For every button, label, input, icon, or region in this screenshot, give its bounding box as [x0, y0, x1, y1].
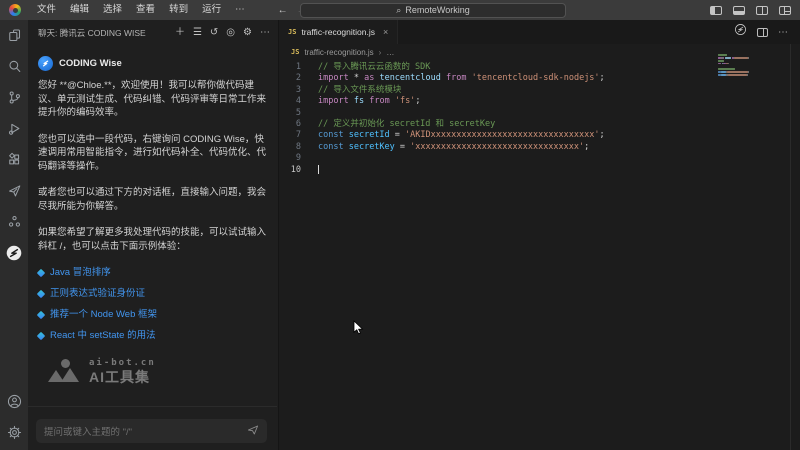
wise-logo-icon[interactable]: ◎ [226, 28, 235, 38]
watermark-domain: ai-bot.cn [89, 357, 156, 371]
code-line: 10 [279, 165, 800, 176]
assistant-paragraph: 您好 **@Chloe.**，欢迎使用！我可以帮你做代码建议、单元测试生成、代码… [38, 79, 266, 120]
sparkle-icon [37, 269, 45, 277]
editor-more-icon[interactable]: ⋯ [778, 27, 788, 38]
source-control-icon[interactable] [0, 82, 28, 113]
command-center-search[interactable]: ⌕ RemoteWorking [300, 3, 566, 18]
example-prompts: Java 冒泡排序正则表达式验证身份证推荐一个 Node Web 框架 React… [38, 266, 266, 343]
search-icon: ⌕ [396, 5, 401, 16]
line-number: 7 [279, 130, 301, 141]
assistant-name: CODING Wise [59, 57, 122, 71]
code-line: 3// 导入文件系统模块 [279, 85, 800, 96]
menu-item[interactable]: 文件 [30, 0, 63, 20]
chat-conversation: CODING Wise 您好 **@Chloe.**，欢迎使用！我可以帮你做代码… [28, 46, 278, 385]
sparkle-icon [37, 311, 45, 319]
line-number: 4 [279, 96, 301, 107]
command-center-text: RemoteWorking [405, 5, 469, 15]
mouse-cursor [353, 320, 365, 336]
code-line: 4import fs from 'fs'; [279, 96, 800, 107]
chat-input-placeholder: 提问或键入主题的 "/" [44, 424, 247, 438]
line-number: 5 [279, 108, 301, 119]
tab-bar: JS traffic-recognition.js × ⋯ [279, 20, 800, 44]
deploy-rocket-icon[interactable] [0, 175, 28, 206]
chat-input-divider [28, 406, 277, 407]
chat-input[interactable]: 提问或键入主题的 "/" [36, 419, 267, 443]
minimap[interactable] [718, 54, 774, 83]
toggle-panel-icon[interactable] [733, 6, 745, 15]
js-file-icon: JS [291, 48, 299, 56]
menu-item[interactable]: 运行 [195, 0, 228, 20]
line-number: 3 [279, 85, 301, 96]
sparkle-icon [37, 332, 45, 340]
watermark-title: AI工具集 [89, 371, 156, 385]
line-number: 1 [279, 62, 301, 73]
titlebar: 文件编辑选择查看转到运行⋯ ← → ⌕ RemoteWorking [0, 0, 800, 20]
line-number: 8 [279, 142, 301, 153]
example-prompt-link[interactable]: 推荐一个 Node Web 框架 [38, 308, 266, 322]
chat-list-icon[interactable]: ☰ [193, 28, 202, 38]
watermark-logo-icon [48, 359, 82, 383]
assistant-paragraph: 您也可以选中一段代码，右键询问 CODING Wise，快速调用常用智能指令，进… [38, 133, 266, 174]
toggle-secondary-sidebar-icon[interactable] [756, 6, 768, 15]
assistant-header: CODING Wise [38, 56, 266, 71]
menu-item[interactable]: 选择 [96, 0, 129, 20]
chat-panel-title: 聊天: 腾讯云 CODING WISE [38, 27, 146, 39]
js-file-icon: JS [288, 28, 296, 36]
extensions-icon[interactable] [0, 144, 28, 175]
code-line: 7const secretId = 'AKIDxxxxxxxxxxxxxxxxx… [279, 130, 800, 141]
activity-bar [0, 20, 28, 450]
search-nav-icon[interactable] [0, 51, 28, 82]
coding-wise-icon[interactable] [0, 237, 28, 268]
organization-icon[interactable] [0, 206, 28, 237]
app-logo-icon [9, 4, 21, 16]
example-prompt-link[interactable]: 正则表达式验证身份证 [38, 287, 266, 301]
editor-scrollbar[interactable] [790, 44, 791, 450]
example-prompt-link[interactable]: Java 冒泡排序 [38, 266, 266, 280]
tab-traffic-recognition[interactable]: JS traffic-recognition.js × [279, 20, 398, 44]
line-number: 6 [279, 119, 301, 130]
wise-editor-action-icon[interactable] [734, 23, 747, 41]
split-editor-icon[interactable] [757, 28, 768, 37]
code-line: 9 [279, 153, 800, 164]
nav-back-icon[interactable]: ← [278, 5, 288, 16]
assistant-avatar [38, 56, 53, 71]
text-caret [318, 165, 319, 175]
line-number: 2 [279, 73, 301, 84]
line-number: 10 [279, 165, 301, 176]
assistant-message: 您好 **@Chloe.**，欢迎使用！我可以帮你做代码建议、单元测试生成、代码… [38, 79, 266, 253]
chat-side-panel: 聊天: 腾讯云 CODING WISE ＋ ☰ ↺ ◎ ⚙ ⋯ CODING Wise 您… [28, 20, 279, 450]
menu-bar: 文件编辑选择查看转到运行⋯ [30, 0, 252, 20]
example-prompt-link[interactable]: React 中 setState 的用法 [38, 329, 266, 343]
watermark: ai-bot.cn AI工具集 [48, 357, 266, 385]
new-chat-icon[interactable]: ＋ [175, 28, 185, 38]
sparkle-icon [37, 290, 45, 298]
menu-item[interactable]: ⋯ [228, 0, 252, 20]
code-line: 6// 定义并初始化 secretId 和 secretKey [279, 119, 800, 130]
line-number: 9 [279, 153, 301, 164]
history-icon[interactable]: ↺ [210, 28, 218, 38]
send-icon[interactable] [247, 422, 259, 440]
more-icon[interactable]: ⋯ [260, 28, 270, 38]
assistant-paragraph: 或者您也可以通过下方的对话框，直接输入问题，我会尽我所能为你解答。 [38, 186, 266, 213]
code-line: 8const secretKey = 'xxxxxxxxxxxxxxxxxxxx… [279, 142, 800, 153]
run-debug-icon[interactable] [0, 113, 28, 144]
menu-item[interactable]: 转到 [162, 0, 195, 20]
assistant-paragraph: 如果您希望了解更多我处理代码的技能，可以试试输入斜杠 /，也可以点击下面示例体验… [38, 226, 266, 253]
menu-item[interactable]: 编辑 [63, 0, 96, 20]
explorer-icon[interactable] [0, 20, 28, 51]
account-icon[interactable] [0, 386, 28, 417]
settings-icon[interactable]: ⚙ [243, 28, 252, 38]
toggle-sidebar-icon[interactable] [710, 6, 722, 15]
editor-group: JS traffic-recognition.js × ⋯ JS traffic… [279, 20, 800, 450]
code-line: 5 [279, 108, 800, 119]
tab-close-icon[interactable]: × [383, 27, 388, 37]
settings-gear-icon[interactable] [0, 417, 28, 448]
chat-panel-header: 聊天: 腾讯云 CODING WISE ＋ ☰ ↺ ◎ ⚙ ⋯ [28, 20, 278, 46]
customize-layout-icon[interactable] [779, 6, 791, 15]
menu-item[interactable]: 查看 [129, 0, 162, 20]
